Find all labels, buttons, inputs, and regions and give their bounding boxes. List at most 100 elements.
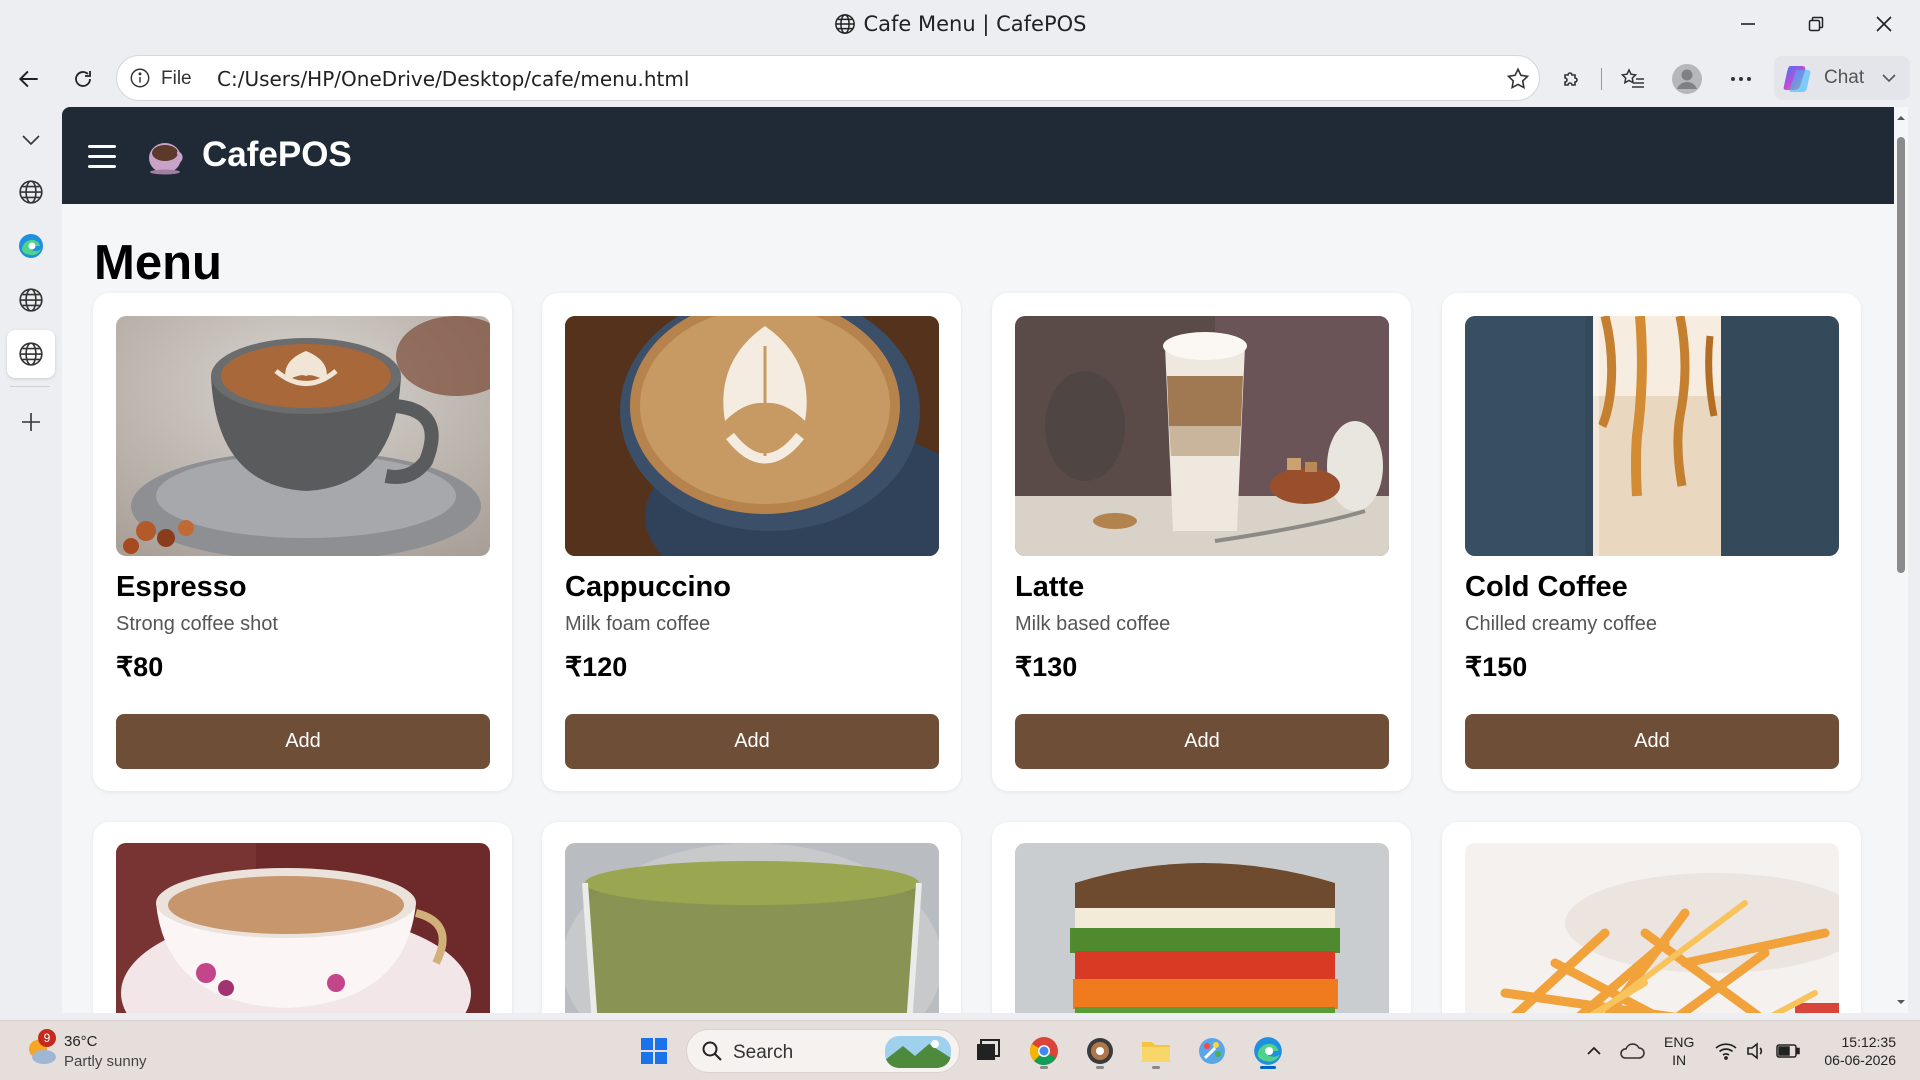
url-text[interactable]: C:/Users/HP/OneDrive/Desktop/cafe/menu.h… [201, 67, 689, 91]
more-dots-icon [1731, 77, 1751, 81]
speaker-icon [1747, 1042, 1763, 1060]
add-latte-button[interactable]: Add [1015, 714, 1389, 769]
clock-date: 06-06-2026 [1824, 1052, 1896, 1068]
taskbar-app-badge[interactable] [1080, 1031, 1120, 1071]
french-fries-image [1465, 843, 1839, 1013]
item-description: Strong coffee shot [116, 613, 278, 635]
onedrive-tray-icon[interactable] [1612, 1031, 1652, 1071]
cappuccino-foam-image [565, 316, 939, 556]
reload-button[interactable] [64, 60, 102, 98]
globe-icon [834, 14, 855, 34]
reload-icon [75, 71, 91, 87]
taskbar-chrome[interactable] [1024, 1031, 1064, 1071]
item-description: Milk foam coffee [565, 613, 711, 635]
language-code: ENG [1664, 1034, 1695, 1050]
scroll-down-arrow-icon[interactable] [1896, 997, 1906, 1007]
taskbar-search-box[interactable]: Search [686, 1029, 960, 1073]
landscape-thumbnail-icon [885, 1036, 951, 1068]
coffee-cup-logo-icon [149, 143, 183, 175]
globe-icon [19, 288, 43, 312]
espresso-photo [116, 316, 490, 556]
app-header: CafePOS [62, 107, 1894, 204]
chevron-down-icon [22, 135, 40, 146]
info-icon[interactable] [129, 67, 151, 89]
collapse-tabs-button[interactable] [7, 116, 55, 164]
tab-cafe-menu-active[interactable] [7, 330, 55, 378]
menu-card-cold-coffee: Cold Coffee Chilled creamy coffee ₹150 A… [1442, 293, 1861, 791]
green-tea-glass-image [565, 843, 939, 1013]
vertical-tabs-sidebar [0, 106, 62, 1020]
edge-icon [1254, 1037, 1282, 1065]
scroll-up-arrow-icon[interactable] [1896, 113, 1906, 123]
app-brand-name[interactable]: CafePOS [202, 135, 352, 175]
copilot-label: Chat [1824, 67, 1865, 88]
task-view-button[interactable] [968, 1031, 1008, 1071]
tab-globe-1[interactable] [7, 168, 55, 216]
favorite-star-icon[interactable] [1505, 66, 1531, 92]
add-espresso-button[interactable]: Add [116, 714, 490, 769]
tab-globe-2[interactable] [7, 276, 55, 324]
puzzle-icon [1564, 72, 1578, 86]
taskbar-clock[interactable]: 15:12:35 06-06-2026 [1812, 1033, 1896, 1069]
favorites-list-icon [1620, 68, 1644, 88]
menu-card-fries [1442, 822, 1861, 1013]
favorites-button[interactable] [1614, 60, 1652, 98]
back-button[interactable] [10, 60, 48, 98]
scrollbar-thumb[interactable] [1897, 137, 1905, 573]
latte-art-cup-image [116, 316, 490, 556]
sandwich-photo [1015, 843, 1389, 1013]
battery-icon [1776, 1044, 1800, 1058]
item-name: Cappuccino [565, 571, 731, 603]
toolbar-divider [1601, 68, 1602, 90]
search-highlight-image [885, 1036, 951, 1068]
item-name: Cold Coffee [1465, 571, 1628, 603]
show-hidden-icons-button[interactable] [1574, 1031, 1614, 1071]
new-tab-button[interactable] [7, 398, 55, 446]
fries-photo [1465, 843, 1839, 1013]
page-viewport: CafePOS Menu Espresso Strong coffee shot… [62, 107, 1894, 1013]
item-price: ₹80 [116, 652, 164, 682]
hamburger-menu-button[interactable] [88, 145, 116, 169]
folder-icon [1142, 1042, 1170, 1062]
sidebar-divider [10, 386, 50, 387]
running-indicator [1040, 1066, 1048, 1069]
globe-icon [19, 342, 43, 366]
menu-card-espresso: Espresso Strong coffee shot ₹80 Add [93, 293, 512, 791]
item-name: Espresso [116, 571, 247, 603]
chevron-down-icon [1882, 74, 1896, 83]
caramel-cold-coffee-image [1465, 316, 1839, 556]
browser-toolbar: File C:/Users/HP/OneDrive/Desktop/cafe/m… [0, 50, 1920, 106]
search-label: Search [733, 1042, 794, 1063]
restore-button[interactable] [1788, 6, 1844, 42]
window-title: Cafe Menu | CafePOS [0, 12, 1920, 36]
page-scrollbar[interactable] [1894, 107, 1908, 1013]
cold-coffee-photo [1465, 316, 1839, 556]
close-icon [1876, 16, 1892, 32]
taskbar-app-paint[interactable] [1192, 1031, 1232, 1071]
item-description: Milk based coffee [1015, 613, 1171, 635]
language-indicator[interactable]: ENG IN [1664, 1033, 1694, 1069]
address-bar[interactable]: File C:/Users/HP/OneDrive/Desktop/cafe/m… [116, 55, 1540, 101]
item-name: Latte [1015, 571, 1085, 603]
weather-temperature: 36°C [64, 1033, 98, 1050]
taskbar-file-explorer[interactable] [1136, 1031, 1176, 1071]
close-window-button[interactable] [1856, 6, 1912, 42]
battery-tray-icon[interactable] [1768, 1031, 1808, 1071]
cloud-icon [1620, 1043, 1645, 1059]
tab-edge[interactable] [7, 222, 55, 270]
search-icon [702, 1041, 722, 1061]
extensions-button[interactable] [1553, 60, 1591, 98]
running-indicator [1152, 1066, 1160, 1069]
palette-icon [1199, 1038, 1225, 1064]
add-cappuccino-button[interactable]: Add [565, 714, 939, 769]
profile-button[interactable] [1668, 60, 1706, 98]
add-cold-coffee-button[interactable]: Add [1465, 714, 1839, 769]
copilot-chat-button[interactable]: Chat [1774, 56, 1910, 100]
minimize-button[interactable] [1720, 6, 1776, 42]
item-description: Chilled creamy coffee [1465, 613, 1657, 635]
plus-icon [22, 413, 40, 431]
taskbar-edge[interactable] [1248, 1031, 1288, 1071]
start-button[interactable] [634, 1031, 674, 1071]
more-menu-button[interactable] [1722, 60, 1760, 98]
windows-taskbar: 9 36°C Partly sunny Search ENG IN 15:12:… [0, 1020, 1920, 1080]
